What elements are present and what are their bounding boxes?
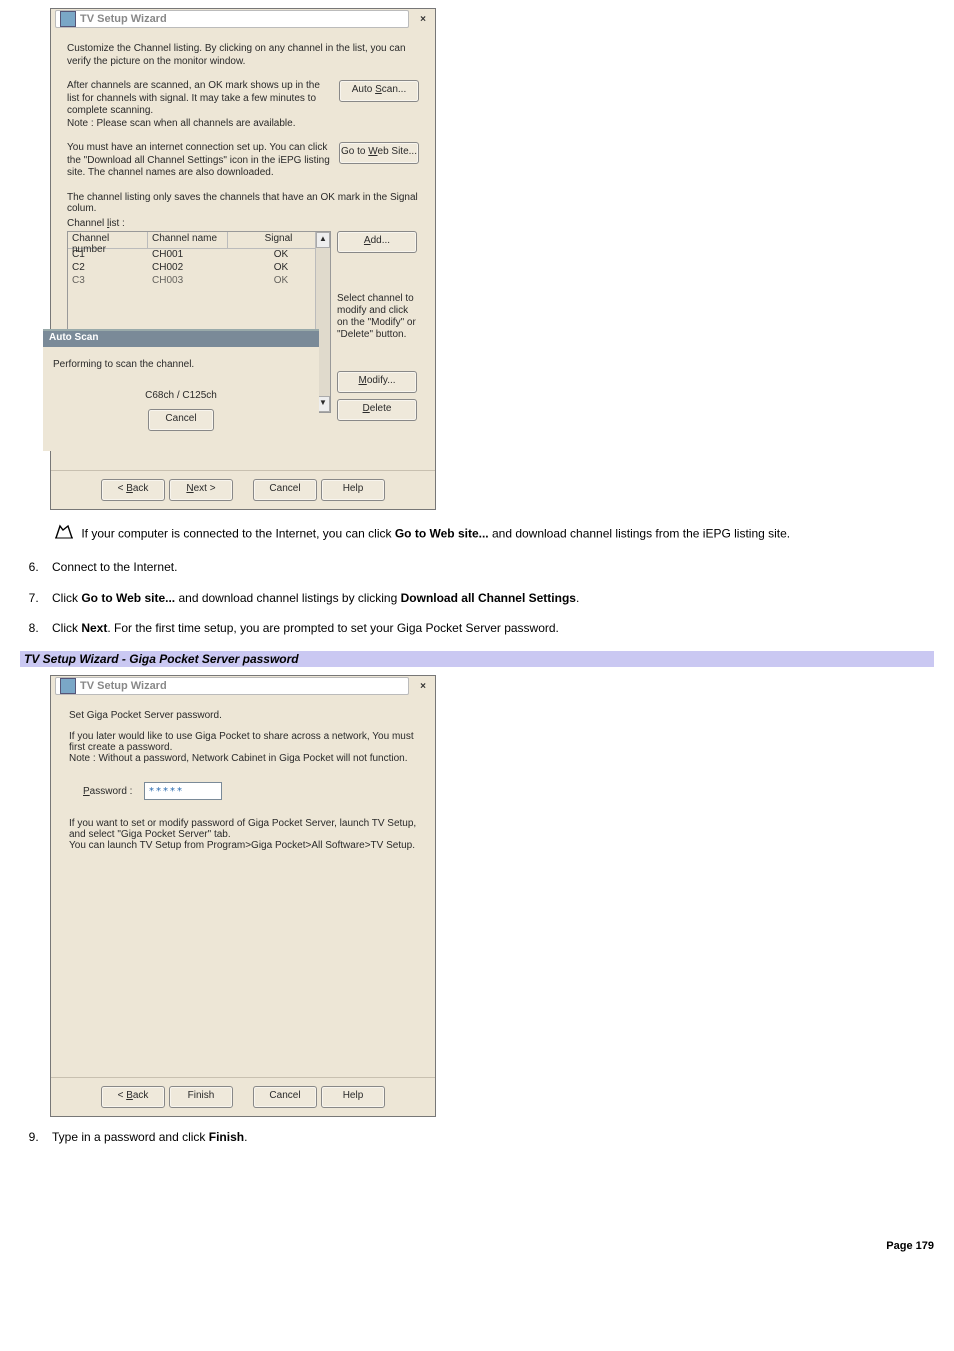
go-to-web-site-button[interactable]: Go to Web Site...	[339, 142, 419, 164]
col-channel-name[interactable]: Channel name	[148, 232, 228, 248]
wizard-nav: < Back Finish Cancel Help	[51, 1077, 435, 1116]
pw-line1: Set Giga Pocket Server password.	[69, 710, 417, 721]
pw-line2: If you later would like to use Giga Pock…	[69, 731, 417, 764]
autoscan-cancel-button[interactable]: Cancel	[148, 409, 214, 431]
pw-line3: If you want to set or modify password of…	[69, 818, 417, 851]
list-item[interactable]: C3 CH003 OK	[68, 275, 330, 288]
password-input[interactable]	[144, 782, 222, 800]
steps-list: Connect to the Internet. Click Go to Web…	[20, 559, 934, 637]
scan-text: After channels are scanned, an OK mark s…	[67, 80, 339, 130]
titlebar: TV Setup Wizard ×	[51, 9, 435, 29]
note-icon	[54, 524, 74, 545]
window-title: TV Setup Wizard	[80, 13, 167, 25]
autoscan-title: Auto Scan	[43, 331, 319, 347]
delete-button[interactable]: Delete	[337, 399, 417, 421]
modify-button[interactable]: Modify...	[337, 371, 417, 393]
web-text: You must have an internet connection set…	[67, 142, 339, 180]
intro-text: Customize the Channel listing. By clicki…	[67, 43, 419, 68]
add-button[interactable]: Add...	[337, 231, 417, 253]
figure-caption: TV Setup Wizard - Giga Pocket Server pas…	[20, 651, 934, 667]
channel-list-label: Channel list :	[67, 218, 419, 229]
help-button[interactable]: Help	[321, 1086, 385, 1108]
window-title: TV Setup Wizard	[80, 680, 167, 692]
app-icon	[60, 11, 76, 27]
back-button[interactable]: < Back	[101, 1086, 165, 1108]
tv-setup-wizard-channel-dialog: TV Setup Wizard × Customize the Channel …	[50, 8, 436, 510]
note-paragraph: If your computer is connected to the Int…	[54, 524, 934, 545]
cancel-button[interactable]: Cancel	[253, 1086, 317, 1108]
list-item[interactable]: C1 CH001 OK	[68, 249, 330, 262]
tv-setup-wizard-password-dialog: TV Setup Wizard × Set Giga Pocket Server…	[50, 675, 436, 1117]
cancel-button[interactable]: Cancel	[253, 479, 317, 501]
autoscan-msg: Performing to scan the channel.	[43, 347, 319, 372]
finish-button[interactable]: Finish	[169, 1086, 233, 1108]
auto-scan-button[interactable]: Auto Scan...	[339, 80, 419, 102]
next-button[interactable]: Next >	[169, 479, 233, 501]
step-7: Click Go to Web site... and download cha…	[42, 590, 934, 607]
col-channel-number[interactable]: Channel number	[68, 232, 148, 248]
back-button[interactable]: < Back	[101, 479, 165, 501]
app-icon	[60, 678, 76, 694]
step-9: Type in a password and click Finish.	[42, 1129, 934, 1146]
autoscan-channel: C68ch / C125ch	[43, 390, 319, 401]
step-6: Connect to the Internet.	[42, 559, 934, 576]
side-hint: Select channel to modify and click on th…	[337, 293, 419, 341]
password-label: Password :	[83, 786, 132, 797]
close-icon[interactable]: ×	[415, 681, 431, 692]
steps-list-2: Type in a password and click Finish.	[20, 1129, 934, 1146]
titlebar: TV Setup Wizard ×	[51, 676, 435, 696]
list-item[interactable]: C2 CH002 OK	[68, 262, 330, 275]
scroll-up-icon[interactable]: ▲	[316, 232, 330, 248]
list-note: The channel listing only saves the chann…	[67, 192, 419, 214]
step-8: Click Next. For the first time setup, yo…	[42, 620, 934, 637]
help-button[interactable]: Help	[321, 479, 385, 501]
page-number: Page 179	[0, 1240, 934, 1252]
wizard-nav: < Back Next > Cancel Help	[51, 470, 435, 509]
close-icon[interactable]: ×	[415, 14, 431, 25]
list-header: Channel number Channel name Signal	[68, 232, 330, 249]
auto-scan-dialog: Auto Scan Performing to scan the channel…	[43, 329, 319, 451]
